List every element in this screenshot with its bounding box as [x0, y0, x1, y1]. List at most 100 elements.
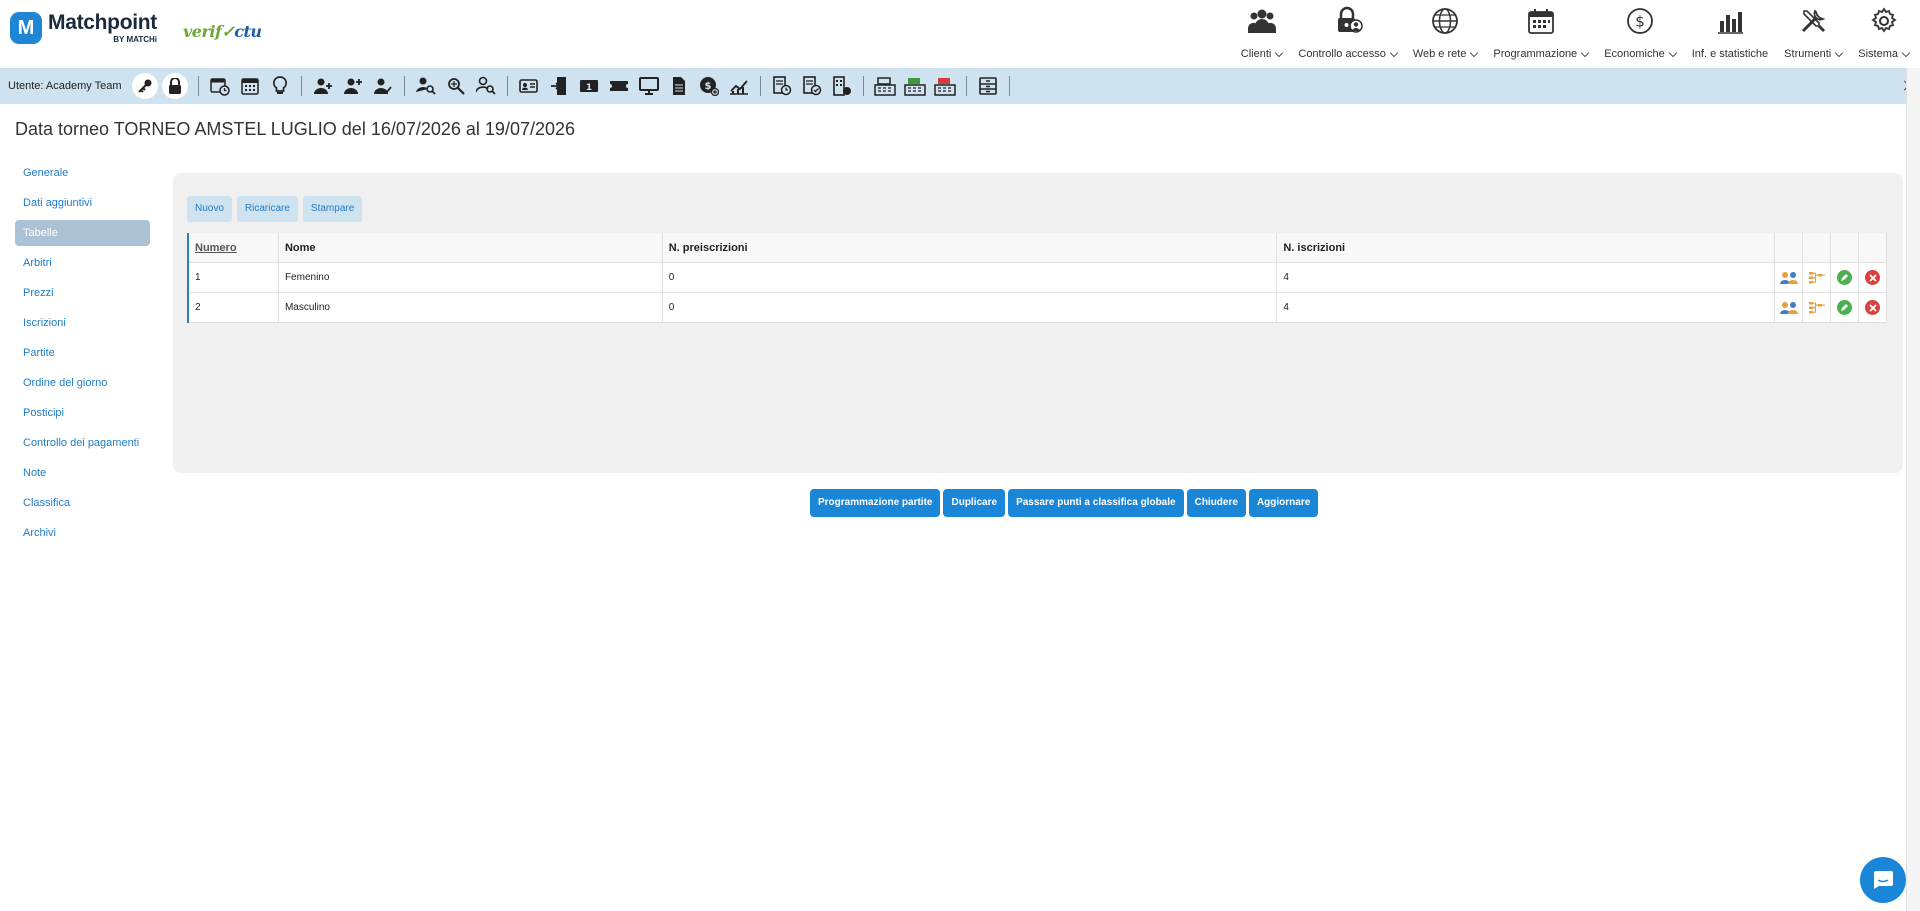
tables-panel: Nuovo Ricaricare Stampare Numero Nome N.… — [173, 173, 1903, 473]
nav-web-e-rete[interactable]: Web e rete — [1410, 6, 1481, 60]
chevron-down-icon — [1668, 48, 1677, 57]
monitor-icon[interactable] — [636, 73, 662, 99]
building-icon[interactable] — [829, 73, 855, 99]
new-button[interactable]: Nuovo — [187, 196, 232, 222]
users-icon — [1247, 6, 1277, 36]
reload-button[interactable]: Ricaricare — [236, 196, 298, 222]
nav-controllo-accesso[interactable]: Controllo accesso — [1295, 6, 1399, 60]
chat-icon — [1874, 871, 1893, 889]
chat-support-button[interactable] — [1860, 857, 1906, 903]
cell-iscrizioni: 4 — [1277, 262, 1776, 293]
sidebar-item-tabelle[interactable]: Tabelle — [15, 220, 150, 246]
user-search-alt-icon[interactable] — [473, 73, 499, 99]
cash-register-red-icon[interactable] — [932, 73, 958, 99]
cell-numero: 1 — [189, 262, 279, 293]
nav-clienti[interactable]: Clienti — [1238, 6, 1286, 60]
drawer-icon[interactable] — [975, 73, 1001, 99]
cell-preiscrizioni: 0 — [663, 262, 1278, 293]
lock-icon[interactable] — [161, 73, 188, 99]
document-icon[interactable] — [666, 73, 692, 99]
column-header-numero[interactable]: Numero — [189, 232, 279, 263]
key-icon[interactable] — [131, 73, 158, 99]
nav-economiche[interactable]: $ Economiche — [1601, 6, 1679, 60]
lightbulb-icon[interactable] — [267, 73, 293, 99]
chevron-down-icon — [1275, 48, 1284, 57]
update-button[interactable]: Aggiornare — [1248, 489, 1319, 517]
sidebar-item-ordine-del-giorno[interactable]: Ordine del giorno — [15, 370, 150, 396]
bracket-icon[interactable] — [1803, 262, 1832, 293]
sidebar-item-arbitri[interactable]: Arbitri — [15, 250, 150, 276]
transfer-points-button[interactable]: Passare punti a classifica globale — [1008, 489, 1184, 517]
sidebar-item-controllo-pagamenti[interactable]: Controllo dei pagamenti — [15, 430, 150, 456]
tournament-actions: Programmazione partite Duplicare Passare… — [810, 489, 1321, 517]
sidebar-item-partite[interactable]: Partite — [15, 340, 150, 366]
tournament-sidebar: Generale Dati aggiuntivi Tabelle Arbitri… — [15, 160, 150, 550]
sidebar-item-posticipi[interactable]: Posticipi — [15, 400, 150, 426]
cell-numero: 2 — [189, 292, 279, 323]
gear-icon — [1869, 6, 1899, 36]
top-navigation: Clienti Controllo accesso Web e rete Pro… — [1228, 6, 1912, 62]
id-card-icon[interactable] — [516, 73, 542, 99]
nav-inf-statistiche[interactable]: Inf. e statistiche — [1689, 6, 1771, 60]
ticket-icon[interactable] — [606, 73, 632, 99]
calendar-grid-icon[interactable] — [237, 73, 263, 99]
players-icon[interactable] — [1775, 292, 1804, 323]
door-enter-icon[interactable] — [546, 73, 572, 99]
edit-icon[interactable] — [1831, 292, 1860, 323]
nav-sistema[interactable]: Sistema — [1855, 6, 1912, 60]
ticket-number-icon[interactable]: 1 — [576, 73, 602, 99]
cash-register-green-icon[interactable] — [902, 73, 928, 99]
sidebar-item-iscrizioni[interactable]: Iscrizioni — [15, 310, 150, 336]
vertical-scrollbar[interactable] — [1906, 68, 1920, 911]
cell-preiscrizioni: 0 — [663, 292, 1278, 323]
print-button[interactable]: Stampare — [302, 196, 363, 222]
magnify-sparkle-icon[interactable] — [443, 73, 469, 99]
column-header-preiscrizioni: N. preiscrizioni — [663, 232, 1278, 263]
page-title: Data torneo TORNEO AMSTEL LUGLIO del 16/… — [15, 119, 576, 139]
delete-icon[interactable] — [1859, 262, 1888, 293]
receipt-check-icon[interactable] — [799, 73, 825, 99]
players-icon[interactable] — [1775, 262, 1804, 293]
chevron-down-icon — [1580, 48, 1590, 57]
chevron-down-icon — [1389, 48, 1399, 57]
chevron-down-icon — [1835, 48, 1844, 57]
delete-icon[interactable] — [1859, 292, 1888, 323]
cash-register-icon[interactable] — [872, 73, 898, 99]
duplicate-button[interactable]: Duplicare — [943, 489, 1006, 517]
sidebar-item-note[interactable]: Note — [15, 460, 150, 486]
user-search-icon[interactable] — [413, 73, 439, 99]
matchpoint-logo[interactable]: M Matchpoint BY MATCHi — [10, 12, 157, 44]
schedule-matches-button[interactable]: Programmazione partite — [810, 489, 941, 517]
column-header-nome: Nome — [279, 232, 663, 263]
toolbar-separator — [759, 76, 761, 96]
sidebar-item-dati-aggiuntivi[interactable]: Dati aggiuntivi — [15, 190, 150, 216]
globe-icon — [1430, 6, 1460, 36]
sidebar-item-prezzi[interactable]: Prezzi — [15, 280, 150, 306]
calendar-clock-icon[interactable] — [207, 73, 233, 99]
table-header-row: Numero Nome N. preiscrizioni N. iscrizio… — [189, 232, 1888, 263]
user-check-icon[interactable] — [370, 73, 396, 99]
close-button[interactable]: Chiudere — [1186, 489, 1246, 517]
add-user-icon[interactable] — [310, 73, 336, 99]
nav-programmazione[interactable]: Programmazione — [1490, 6, 1591, 60]
nav-strumenti[interactable]: Strumenti — [1781, 6, 1845, 60]
logo-name: Matchpoint — [48, 11, 157, 34]
add-user-plus-icon[interactable] — [340, 73, 366, 99]
edit-icon[interactable] — [1831, 262, 1860, 293]
line-chart-icon[interactable] — [726, 73, 752, 99]
sidebar-item-generale[interactable]: Generale — [15, 160, 150, 186]
panel-actions: Nuovo Ricaricare Stampare — [187, 196, 367, 222]
chevron-down-icon — [1470, 48, 1479, 57]
toolbar-separator — [300, 76, 302, 96]
table-row: 1 Femenino 0 4 — [189, 262, 1888, 293]
quick-toolbar: Utente: Academy Team 1 $ — [0, 68, 1920, 104]
receipt-clock-icon[interactable] — [769, 73, 795, 99]
cell-iscrizioni: 4 — [1277, 292, 1776, 323]
sidebar-item-classifica[interactable]: Classifica — [15, 490, 150, 516]
bracket-icon[interactable] — [1803, 292, 1832, 323]
coin-plus-icon[interactable]: $ — [696, 73, 722, 99]
column-header-iscrizioni: N. iscrizioni — [1277, 232, 1776, 263]
sidebar-item-archivi[interactable]: Archivi — [15, 520, 150, 546]
table-row: 2 Masculino 0 4 — [189, 292, 1888, 323]
toolbar-separator — [862, 76, 864, 96]
